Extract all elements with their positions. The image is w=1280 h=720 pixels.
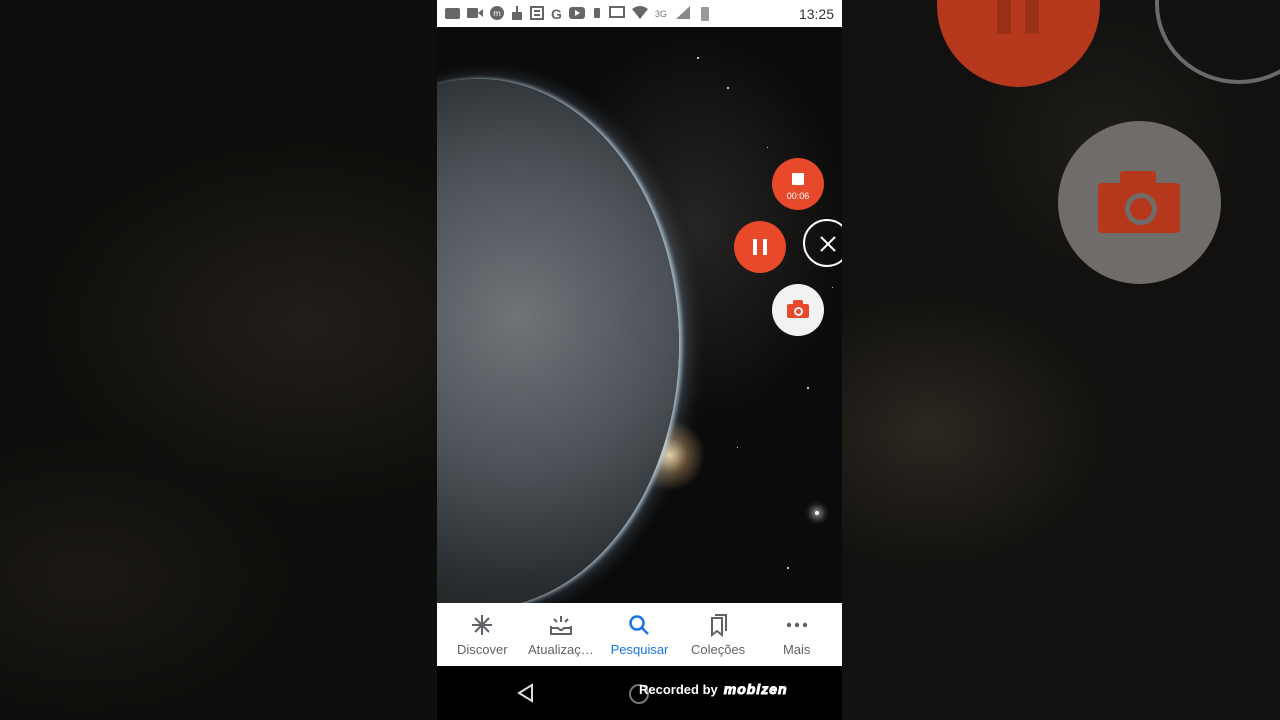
video-camera-icon: [467, 7, 483, 21]
updates-icon: [549, 612, 573, 638]
svg-text:m: m: [493, 9, 501, 18]
nav-more[interactable]: Mais: [759, 612, 835, 657]
google-icon: G: [551, 5, 562, 22]
message-icon: [445, 8, 460, 19]
planet: [437, 79, 679, 609]
clock: 13:25: [798, 5, 834, 22]
nav-label: Coleções: [690, 642, 746, 657]
pause-icon-bar: [763, 239, 767, 255]
star: [787, 567, 789, 569]
back-triangle-icon: [517, 683, 533, 703]
bright-star: [815, 511, 819, 515]
blurred-background-left: [0, 0, 437, 720]
star: [697, 57, 699, 59]
collections-icon: [707, 612, 729, 638]
camera-icon-lens: [794, 307, 803, 316]
nav-label: Pesquisar: [610, 642, 669, 657]
nav-label: Discover: [457, 642, 508, 657]
screenshot-button[interactable]: [772, 284, 824, 336]
status-bar: m G 3G 13:25: [437, 0, 842, 27]
star: [727, 87, 729, 89]
cast-icon: [608, 6, 625, 21]
mobizen-notification-icon: m: [490, 5, 504, 22]
star: [807, 387, 809, 389]
news-icon: [530, 5, 544, 22]
recording-timer: 00:06: [786, 191, 810, 201]
more-dots-icon: [786, 612, 808, 638]
star: [737, 447, 738, 448]
vibrate-icon: [592, 7, 602, 21]
system-navigation-bar: Recorded by mobizen: [437, 666, 842, 720]
signal-icon: [675, 6, 690, 21]
asterisk-icon: [471, 612, 493, 638]
nav-label: Mais: [782, 642, 811, 657]
watermark-text: Recorded by: [639, 681, 718, 697]
network-type: 3G: [654, 8, 667, 19]
nav-discover[interactable]: Discover: [444, 612, 520, 657]
pause-icon: [753, 239, 757, 255]
youtube-icon: [568, 6, 585, 21]
nav-collections[interactable]: Coleções: [680, 612, 756, 657]
search-icon: [628, 612, 650, 638]
battery-icon: [700, 6, 709, 21]
pause-recording-button[interactable]: [734, 221, 786, 273]
star: [767, 147, 768, 148]
back-button[interactable]: [515, 682, 537, 704]
stop-icon: [792, 173, 804, 185]
blurred-camera-button: [1058, 121, 1221, 284]
blurred-background-right: [842, 0, 1280, 720]
nav-updates[interactable]: Atualizaç…: [523, 612, 599, 657]
nav-label: Atualizaç…: [528, 642, 594, 657]
phone-screen: m G 3G 13:25 00:06 Discover Atualizaç… P…: [437, 0, 842, 720]
recorder-watermark: Recorded by mobizen: [639, 681, 788, 698]
wifi-icon: [631, 6, 648, 21]
nav-search[interactable]: Pesquisar: [601, 612, 677, 657]
cleaner-icon: [511, 5, 523, 22]
notification-icons: m G 3G: [445, 5, 799, 22]
star: [832, 287, 833, 288]
mobizen-logo: mobizen: [723, 681, 788, 698]
bottom-navigation: Discover Atualizaç… Pesquisar Coleções M…: [437, 603, 842, 666]
stop-recording-button[interactable]: 00:06: [772, 158, 824, 210]
